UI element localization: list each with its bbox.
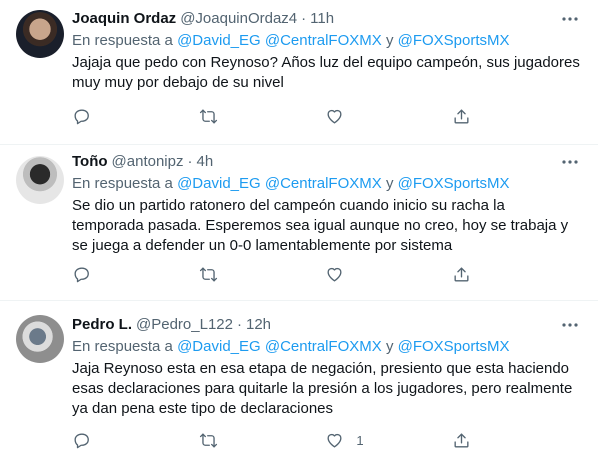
- timestamp[interactable]: 4h: [197, 152, 214, 172]
- replying-prefix: En respuesta a: [72, 338, 173, 355]
- replying-to: En respuesta a @David_EG @CentralFOXMX y…: [72, 31, 582, 51]
- mention-link[interactable]: @CentralFOXMX: [265, 32, 382, 49]
- tweet-text-line: Se dio un partido ratonero del campeón c…: [72, 197, 505, 214]
- mention-link[interactable]: @CentralFOXMX: [265, 175, 382, 192]
- retweet-button[interactable]: [199, 430, 259, 450]
- tweet-header: Pedro L. @Pedro_L122 · 12h: [72, 315, 582, 335]
- tweet-actions: 1: [72, 430, 512, 450]
- share-icon: [454, 432, 469, 448]
- mention-link[interactable]: @CentralFOXMX: [265, 338, 382, 355]
- separator-dot: ·: [236, 316, 242, 333]
- reply-icon: [74, 432, 89, 448]
- separator-dot: ·: [301, 10, 307, 27]
- share-icon: [454, 266, 469, 282]
- tweet-text-line: se juega a defender un 0-0 lamentablemen…: [72, 237, 453, 254]
- like-button[interactable]: [325, 264, 385, 284]
- tweet-text: Jaja Reynoso esta en esa etapa de negaci…: [72, 359, 582, 419]
- mention-link[interactable]: @David_EG: [177, 338, 261, 355]
- timestamp[interactable]: 11h: [310, 9, 334, 29]
- mention-link[interactable]: @FOXSportsMX: [398, 32, 510, 49]
- like-icon: [327, 433, 342, 448]
- retweet-icon: [199, 432, 217, 448]
- replying-to: En respuesta a @David_EG @CentralFOXMX y…: [72, 337, 582, 357]
- tweet-text-line: Jaja Reynoso esta en esa etapa de negaci…: [72, 360, 570, 377]
- reply-button[interactable]: [72, 264, 132, 284]
- retweet-icon: [199, 108, 217, 124]
- author-handle[interactable]: @JoaquinOrdaz4: [180, 9, 297, 29]
- tweet-header: Joaquin Ordaz @JoaquinOrdaz4 · 11h: [72, 9, 582, 29]
- like-icon: [327, 109, 342, 124]
- author-handle[interactable]: @Pedro_L122: [136, 315, 233, 335]
- tweet-text-line: ya dan pena este tipo de declaraciones: [72, 400, 334, 417]
- avatar[interactable]: [16, 156, 64, 204]
- separator-dot: ·: [187, 153, 193, 170]
- author-name[interactable]: Joaquin Ordaz: [72, 9, 176, 29]
- share-button[interactable]: [452, 106, 512, 126]
- tweet-text: Jajaja que pedo con Reynoso? Años luz de…: [72, 53, 582, 93]
- tweet[interactable]: Toño @antonipz · 4h En respuesta a @Davi…: [0, 146, 598, 301]
- more-icon[interactable]: [558, 313, 582, 337]
- reply-button[interactable]: [72, 430, 132, 450]
- share-button[interactable]: [452, 264, 512, 284]
- more-icon[interactable]: [558, 150, 582, 174]
- mention-link[interactable]: @FOXSportsMX: [398, 175, 510, 192]
- like-button[interactable]: [325, 106, 385, 126]
- author-name[interactable]: Pedro L.: [72, 315, 132, 335]
- reply-icon: [74, 108, 89, 124]
- mention-link[interactable]: @David_EG: [177, 32, 261, 49]
- retweet-icon: [199, 266, 217, 282]
- avatar[interactable]: [16, 10, 64, 58]
- retweet-button[interactable]: [199, 106, 259, 126]
- tweet-text-line: esas declaraciones para quitarle la pres…: [72, 380, 573, 397]
- tweet-header: Toño @antonipz · 4h: [72, 152, 582, 172]
- mention-link[interactable]: @David_EG: [177, 175, 261, 192]
- replying-and: y: [385, 338, 394, 355]
- avatar[interactable]: [16, 315, 64, 363]
- tweet[interactable]: Joaquin Ordaz @JoaquinOrdaz4 · 11h En re…: [0, 0, 598, 145]
- timestamp[interactable]: 12h: [246, 315, 271, 335]
- mention-link[interactable]: @FOXSportsMX: [398, 338, 510, 355]
- author-handle[interactable]: @antonipz: [112, 152, 184, 172]
- reply-icon: [74, 266, 89, 282]
- tweet[interactable]: Pedro L. @Pedro_L122 · 12h En respuesta …: [0, 302, 598, 457]
- tweet-text-line: muy muy por debajo de su nivel: [72, 74, 284, 91]
- retweet-button[interactable]: [199, 264, 259, 284]
- replying-prefix: En respuesta a: [72, 32, 173, 49]
- author-name[interactable]: Toño: [72, 152, 108, 172]
- tweet-text-line: Jajaja que pedo con Reynoso? Años luz de…: [72, 54, 580, 71]
- like-icon: [327, 267, 342, 282]
- replying-and: y: [385, 32, 394, 49]
- tweet-actions: [72, 264, 512, 284]
- like-count: 1: [356, 432, 364, 448]
- more-icon[interactable]: [558, 7, 582, 31]
- replying-to: En respuesta a @David_EG @CentralFOXMX y…: [72, 174, 582, 194]
- reply-button[interactable]: [72, 106, 132, 126]
- share-icon: [454, 108, 469, 124]
- replying-prefix: En respuesta a: [72, 175, 173, 192]
- like-button[interactable]: 1: [325, 430, 385, 450]
- tweet-text-line: temporada pasada. Esperemos sea igual au…: [72, 217, 569, 234]
- share-button[interactable]: [452, 430, 512, 450]
- replying-and: y: [385, 175, 394, 192]
- tweet-actions: [72, 106, 512, 126]
- tweet-text: Se dio un partido ratonero del campeón c…: [72, 196, 582, 256]
